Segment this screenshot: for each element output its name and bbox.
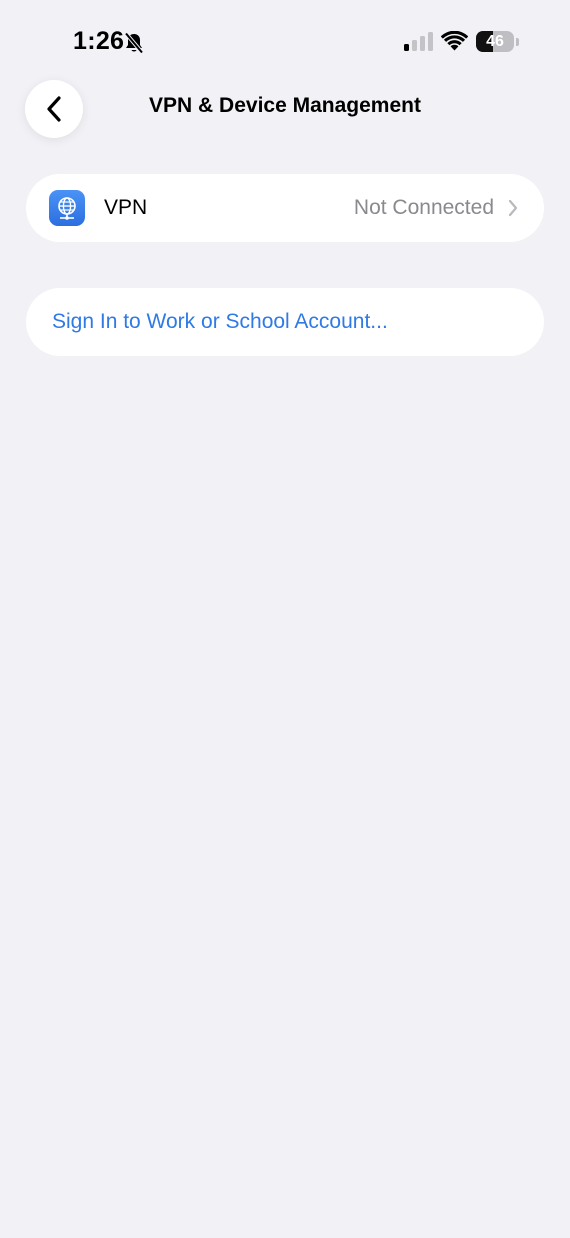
vpn-globe-icon xyxy=(49,190,85,226)
vpn-row[interactable]: VPN Not Connected xyxy=(26,174,544,242)
chevron-right-icon xyxy=(508,199,518,217)
page-title: VPN & Device Management xyxy=(149,94,421,117)
battery-cap xyxy=(516,38,519,46)
battery-level-text: 46 xyxy=(486,33,504,50)
status-bar: 1:26 46 xyxy=(0,0,570,84)
screen: 1:26 46 VPN & Device Management VPN Not … xyxy=(0,0,570,1238)
bell-off-icon xyxy=(124,32,144,54)
cellular-signal-icon xyxy=(404,32,433,51)
vpn-status: Not Connected xyxy=(353,196,494,219)
globe-network-icon xyxy=(58,197,76,220)
battery-body: 46 xyxy=(476,31,514,52)
signin-work-school-link[interactable]: Sign In to Work or School Account... xyxy=(52,310,388,334)
vpn-label: VPN xyxy=(104,196,148,219)
wifi-icon xyxy=(441,31,468,51)
signin-work-school-row[interactable]: Sign In to Work or School Account... xyxy=(26,288,544,356)
status-time: 1:26 xyxy=(73,27,125,55)
battery-indicator: 46 xyxy=(476,31,520,53)
